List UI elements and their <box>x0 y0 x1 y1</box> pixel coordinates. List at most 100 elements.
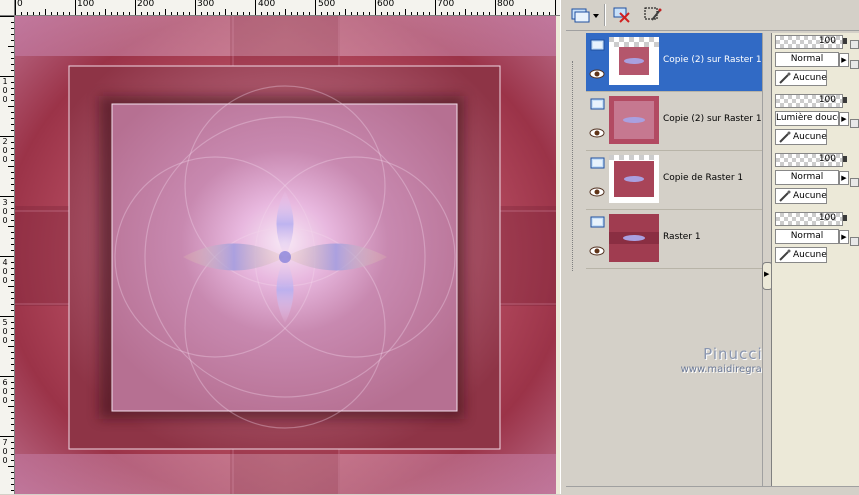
layer-row[interactable]: Copie de Raster 1 <box>586 151 768 210</box>
delete-layer-button[interactable] <box>611 5 633 25</box>
brush-icon <box>779 249 791 261</box>
ruler-label: 0 <box>2 146 8 155</box>
opacity-bar <box>843 97 847 103</box>
ruler-label: 0 <box>2 327 8 336</box>
ruler-label: 1 <box>2 77 8 86</box>
layer-tree-line <box>572 61 579 271</box>
layer-properties: 100 Normal ▶ Aucune <box>772 33 859 91</box>
edit-layer-icon <box>644 7 662 21</box>
opacity-slider[interactable]: 100 <box>775 94 843 108</box>
mask-label: Aucune <box>793 132 827 142</box>
mask-label: Aucune <box>793 250 827 260</box>
raster-layer-icon <box>590 98 605 110</box>
opacity-slider[interactable]: 100 <box>775 35 843 49</box>
blend-mode-select[interactable]: Normal <box>775 52 839 67</box>
layer-thumbnail <box>609 155 659 203</box>
raster-layer-icon <box>590 216 605 228</box>
horizontal-ruler: 0 100 200 300 400 500 600 700 800 <box>0 0 560 16</box>
layer-properties: 100 Normal ▶ Aucune <box>772 210 859 268</box>
ruler-label: 0 <box>2 86 8 95</box>
mask-button[interactable]: Aucune <box>775 188 827 204</box>
new-layer-button[interactable] <box>570 5 600 25</box>
brush-icon <box>779 72 791 84</box>
blend-dropdown-arrow[interactable]: ▶ <box>839 53 849 67</box>
mask-button[interactable]: Aucune <box>775 70 827 86</box>
link-toggle[interactable] <box>850 237 859 246</box>
layer-thumbnail <box>609 214 659 262</box>
ruler-label: 4 <box>2 258 8 267</box>
opacity-value: 100 <box>818 213 836 223</box>
visibility-eye-icon[interactable] <box>589 128 605 138</box>
image-canvas[interactable] <box>15 16 556 494</box>
ruler-label: 0 <box>2 447 8 456</box>
mask-label: Aucune <box>793 191 827 201</box>
blend-mode-select[interactable]: Lumière douce <box>775 111 839 126</box>
layer-name[interactable]: Copie de Raster 1 <box>663 173 743 183</box>
opacity-bar <box>843 156 847 162</box>
ruler-label: 800 <box>497 0 515 9</box>
layer-row[interactable]: Copie (2) sur Raster 1 <box>586 33 768 92</box>
visibility-eye-icon[interactable] <box>589 246 605 256</box>
ruler-label: 0 <box>2 155 8 164</box>
mask-button[interactable]: Aucune <box>775 247 827 263</box>
visibility-eye-icon[interactable] <box>589 187 605 197</box>
brush-icon <box>779 190 791 202</box>
brush-icon <box>779 131 791 143</box>
ruler-label: 0 <box>2 387 8 396</box>
delete-layer-icon <box>613 7 630 23</box>
blend-mode-select[interactable]: Normal <box>775 229 839 244</box>
blend-dropdown-arrow[interactable]: ▶ <box>839 112 849 126</box>
ruler-label: 0 <box>2 207 8 216</box>
opacity-slider[interactable]: 100 <box>775 153 843 167</box>
new-layer-icon <box>571 8 599 23</box>
ruler-label: 300 <box>197 0 215 9</box>
link-toggle[interactable] <box>850 178 859 187</box>
layer-thumbnail <box>609 96 659 144</box>
opacity-value: 100 <box>818 95 836 105</box>
chevron-right-icon: ▶ <box>764 270 770 278</box>
layer-name[interactable]: Copie (2) sur Raster 1 <box>663 114 762 124</box>
ruler-label: 100 <box>77 0 95 9</box>
ruler-label: 6 <box>2 378 8 387</box>
ruler-label: 5 <box>2 318 8 327</box>
ruler-label: 400 <box>258 0 276 9</box>
ruler-label: 2 <box>2 137 8 146</box>
raster-layer-icon <box>590 39 605 51</box>
ruler-label: 0 <box>2 95 8 104</box>
layer-row[interactable]: Copie (2) sur Raster 1 <box>586 92 768 151</box>
layers-palette: Copie (2) sur Raster 1 Copie (2) sur Ras… <box>566 0 859 495</box>
opacity-slider[interactable]: 100 <box>775 212 843 226</box>
ruler-label: 700 <box>437 0 455 9</box>
flower-center <box>279 251 291 263</box>
layer-properties: 100 Normal ▶ Aucune <box>772 151 859 209</box>
blend-dropdown-arrow[interactable]: ▶ <box>839 171 849 185</box>
blend-dropdown-arrow[interactable]: ▶ <box>839 230 849 244</box>
layer-properties: 100 Lumière douce ▶ Aucune <box>772 92 859 150</box>
mask-button[interactable]: Aucune <box>775 129 827 145</box>
vertical-ruler: 100200300400500600700 <box>0 15 15 494</box>
opacity-value: 100 <box>818 154 836 164</box>
layer-thumbnail <box>609 37 659 85</box>
ruler-label: 3 <box>2 198 8 207</box>
ruler-label: 0 <box>2 336 8 345</box>
ruler-label: 0 <box>2 456 8 465</box>
layer-row[interactable]: Raster 1 <box>586 210 768 269</box>
ruler-label: 500 <box>318 0 336 9</box>
toolbar-separator <box>604 4 606 26</box>
blend-mode-select[interactable]: Normal <box>775 170 839 185</box>
lock-toggle[interactable] <box>850 40 859 49</box>
layer-name[interactable]: Copie (2) sur Raster 1 <box>663 55 762 65</box>
link-toggle[interactable] <box>850 60 859 69</box>
canvas-area[interactable]: 0 100 200 300 400 500 600 700 800 100200… <box>0 0 560 494</box>
layer-properties-column: 100 Normal ▶ Aucune 100 Lumière douce ▶ … <box>771 33 859 494</box>
layer-name[interactable]: Raster 1 <box>663 232 701 242</box>
link-toggle[interactable] <box>850 119 859 128</box>
ruler-corner <box>0 0 15 16</box>
ruler-label: 200 <box>137 0 155 9</box>
layer-properties-button[interactable] <box>642 5 664 25</box>
ruler-label: 0 <box>2 216 8 225</box>
layers-toolbar <box>566 0 859 31</box>
opacity-value: 100 <box>818 36 836 46</box>
visibility-eye-icon[interactable] <box>589 69 605 79</box>
raster-layer-icon <box>590 157 605 169</box>
